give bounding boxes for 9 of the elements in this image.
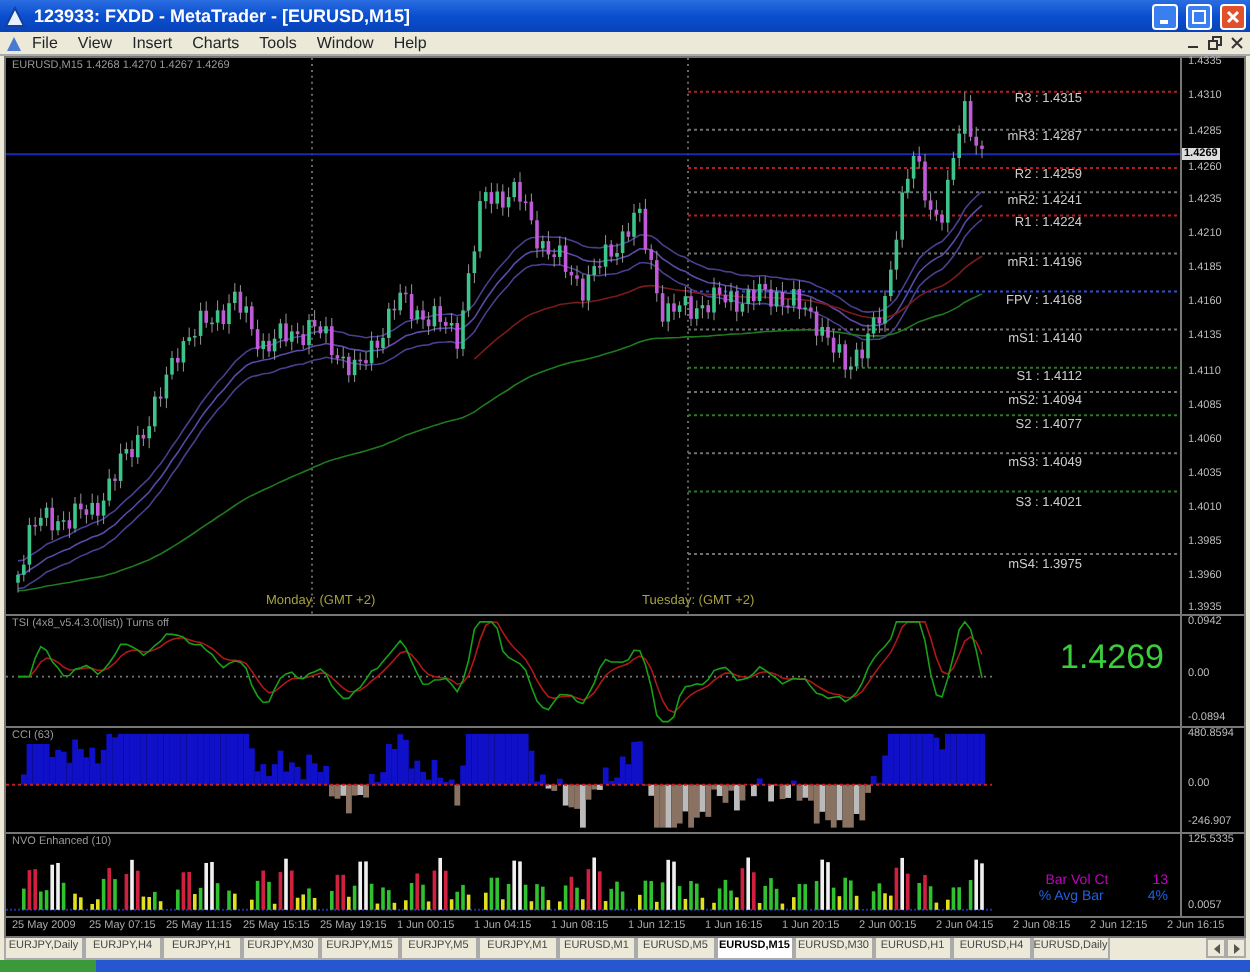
menu-item[interactable]: Help <box>383 35 437 51</box>
menu-item[interactable]: Tools <box>249 35 307 51</box>
menu-item[interactable]: File <box>22 35 68 51</box>
menu-item[interactable]: Charts <box>182 35 250 51</box>
menu-item[interactable]: Window <box>306 35 384 51</box>
menu-item[interactable]: Insert <box>122 35 183 51</box>
menu-item[interactable]: View <box>67 35 123 51</box>
price-readout: 1.4269 <box>1060 639 1164 674</box>
window-title: 123933: FXDD - MetaTrader - [EURUSD,M15] <box>34 7 411 25</box>
